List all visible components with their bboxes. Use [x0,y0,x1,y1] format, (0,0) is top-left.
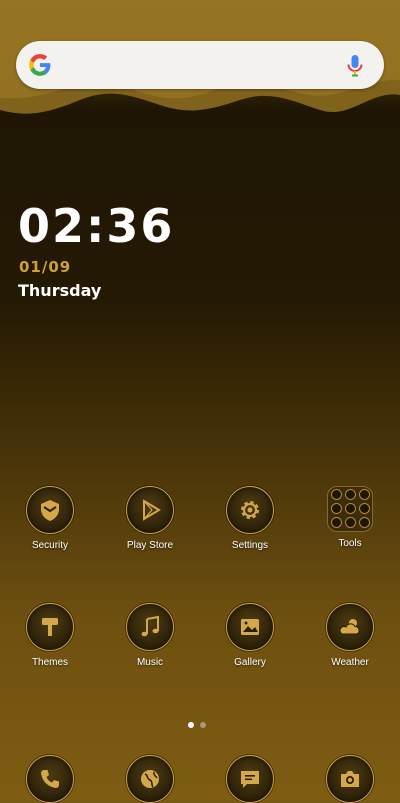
app-folder-tools[interactable]: Tools [305,486,395,549]
google-search-bar[interactable] [16,41,384,89]
app-label: Gallery [234,657,266,668]
app-label: Play Store [126,540,174,551]
app-weather[interactable]: Weather [305,603,395,668]
app-label: Weather [331,657,369,668]
globe-icon [141,770,159,788]
play-icon [143,499,161,521]
image-icon [241,619,259,635]
dock-browser[interactable] [105,755,195,803]
app-label: Themes [31,657,69,668]
folder-icon [327,486,373,532]
app-label: Security [31,540,69,551]
music-note-icon [141,615,159,637]
app-label: Tools [338,538,362,549]
dock-camera[interactable] [305,755,395,803]
app-settings[interactable]: Settings [205,486,295,551]
cloud-sun-icon [339,619,360,635]
page-dot[interactable] [200,722,206,728]
dock-messages[interactable] [205,755,295,803]
clock-weekday: Thursday [18,281,102,300]
shield-icon [41,500,59,521]
microphone-icon[interactable] [345,54,365,78]
google-logo-icon[interactable] [27,52,53,78]
app-play-store[interactable]: Play Store [105,486,195,551]
app-themes[interactable]: Themes [5,603,95,668]
app-gallery[interactable]: Gallery [205,603,295,668]
page-dot-active[interactable] [188,722,194,728]
clock-date: 01/09 [19,258,72,276]
page-indicator[interactable] [188,715,212,733]
app-music[interactable]: Music [105,603,195,668]
dock-phone[interactable] [5,755,95,803]
clock-time[interactable]: 02:36 [18,198,174,254]
gear-icon [241,501,259,519]
phone-icon [41,770,59,788]
app-label: Settings [231,540,269,551]
camera-icon [341,771,359,787]
app-security[interactable]: Security [5,486,95,551]
app-label: Music [136,657,164,668]
message-icon [241,771,259,788]
paint-roller-icon [42,618,58,636]
